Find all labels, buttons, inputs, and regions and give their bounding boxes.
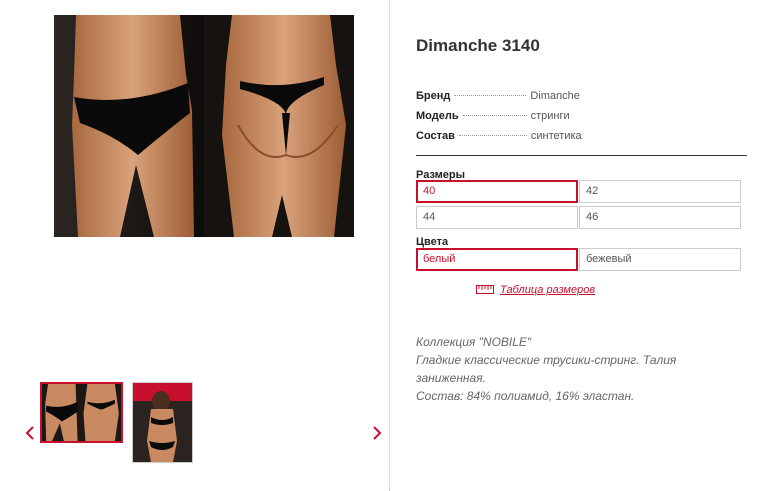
description-line: Коллекция "NOBILE" xyxy=(416,335,532,349)
property-label: Состав xyxy=(416,130,455,142)
thumbnail-2[interactable] xyxy=(132,382,193,463)
property-value: стринги xyxy=(530,110,570,122)
thumbnail-1[interactable] xyxy=(40,382,123,443)
property-value: синтетика xyxy=(530,130,582,142)
column-divider xyxy=(389,0,390,491)
size-option-44[interactable]: 44 xyxy=(416,206,578,229)
property-label: Модель xyxy=(416,110,459,122)
main-photo-image xyxy=(54,15,354,237)
size-table-link[interactable]: Таблица размеров xyxy=(476,284,595,296)
color-option-beige[interactable]: бежевый xyxy=(579,248,741,271)
description-line: Состав: 84% полиамид, 16% эластан. xyxy=(416,389,635,403)
thumbnail-strip xyxy=(40,382,193,463)
property-row-model: Модель стринги xyxy=(416,110,747,130)
dotted-leader xyxy=(462,115,527,116)
property-row-composition: Состав синтетика xyxy=(416,130,747,150)
size-option-46[interactable]: 46 xyxy=(579,206,741,229)
dotted-leader xyxy=(458,135,527,136)
property-value: Dimanche xyxy=(530,90,580,102)
size-option-40[interactable]: 40 xyxy=(416,180,578,203)
section-divider xyxy=(416,155,747,156)
product-description: Коллекция "NOBILE" Гладкие классические … xyxy=(416,333,716,405)
thumbnail-2-image xyxy=(133,383,192,462)
chevron-left-icon xyxy=(25,426,34,440)
property-row-brand: Бренд Dimanche xyxy=(416,90,747,110)
product-gallery xyxy=(0,0,389,491)
property-label: Бренд xyxy=(416,90,451,102)
product-properties: Бренд Dimanche Модель стринги Состав син… xyxy=(416,90,747,150)
dotted-leader xyxy=(454,95,527,96)
product-title: Dimanche 3140 xyxy=(416,36,540,55)
size-table-link-text[interactable]: Таблица размеров xyxy=(500,284,595,296)
chevron-right-icon xyxy=(373,426,382,440)
size-option-42[interactable]: 42 xyxy=(579,180,741,203)
main-product-photo[interactable] xyxy=(54,15,354,237)
ruler-icon xyxy=(476,285,494,294)
thumbnail-1-image xyxy=(42,384,121,441)
gallery-next-button[interactable] xyxy=(372,424,382,444)
color-option-white[interactable]: белый xyxy=(416,248,578,271)
colors-label: Цвета xyxy=(416,236,449,248)
gallery-prev-button[interactable] xyxy=(25,424,35,444)
description-line: Гладкие классические трусики-стринг. Тал… xyxy=(416,353,677,385)
